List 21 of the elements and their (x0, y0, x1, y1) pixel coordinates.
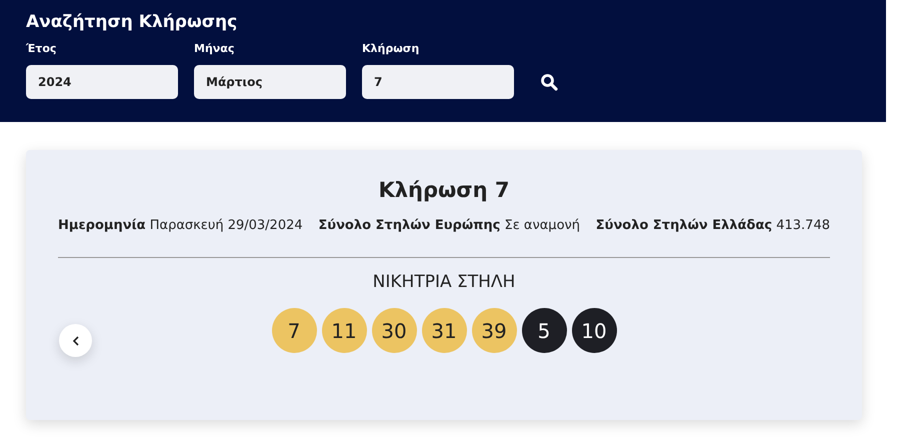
input-field[interactable]: 7 (362, 65, 514, 99)
field-label: Κλήρωση (362, 42, 420, 55)
winning-column-title: ΝΙΚΗΤΡΙΑ ΣΤΗΛΗ (372, 272, 516, 292)
number-ball: 39 (472, 308, 516, 353)
input-field[interactable]: 2024 (26, 65, 178, 99)
search-icon[interactable] (540, 73, 558, 91)
info-text: Σύνολο Στηλών Ελλάδας 413.748 (596, 218, 830, 233)
number-ball: 7 (272, 308, 316, 353)
field-label: Μήνας (194, 42, 234, 55)
search-title: Αναζήτηση Κλήρωσης (26, 12, 238, 32)
field-label: Έτος (26, 42, 56, 55)
number-ball: 30 (372, 308, 416, 353)
chevron-left-icon (72, 336, 80, 346)
bonus-ball: 10 (572, 308, 616, 353)
number-ball: 31 (422, 308, 466, 353)
info-text: Σύνολο Στηλών Ευρώπης Σε αναμονή (318, 218, 580, 233)
number-ball: 11 (322, 308, 366, 353)
input-field[interactable]: Μάρτιος (194, 65, 346, 99)
bonus-ball: 5 (522, 308, 566, 353)
draw-title: Κλήρωση 7 (378, 178, 510, 202)
info-text: Ημερομηνία Παρασκευή 29/03/2024 (58, 218, 303, 233)
